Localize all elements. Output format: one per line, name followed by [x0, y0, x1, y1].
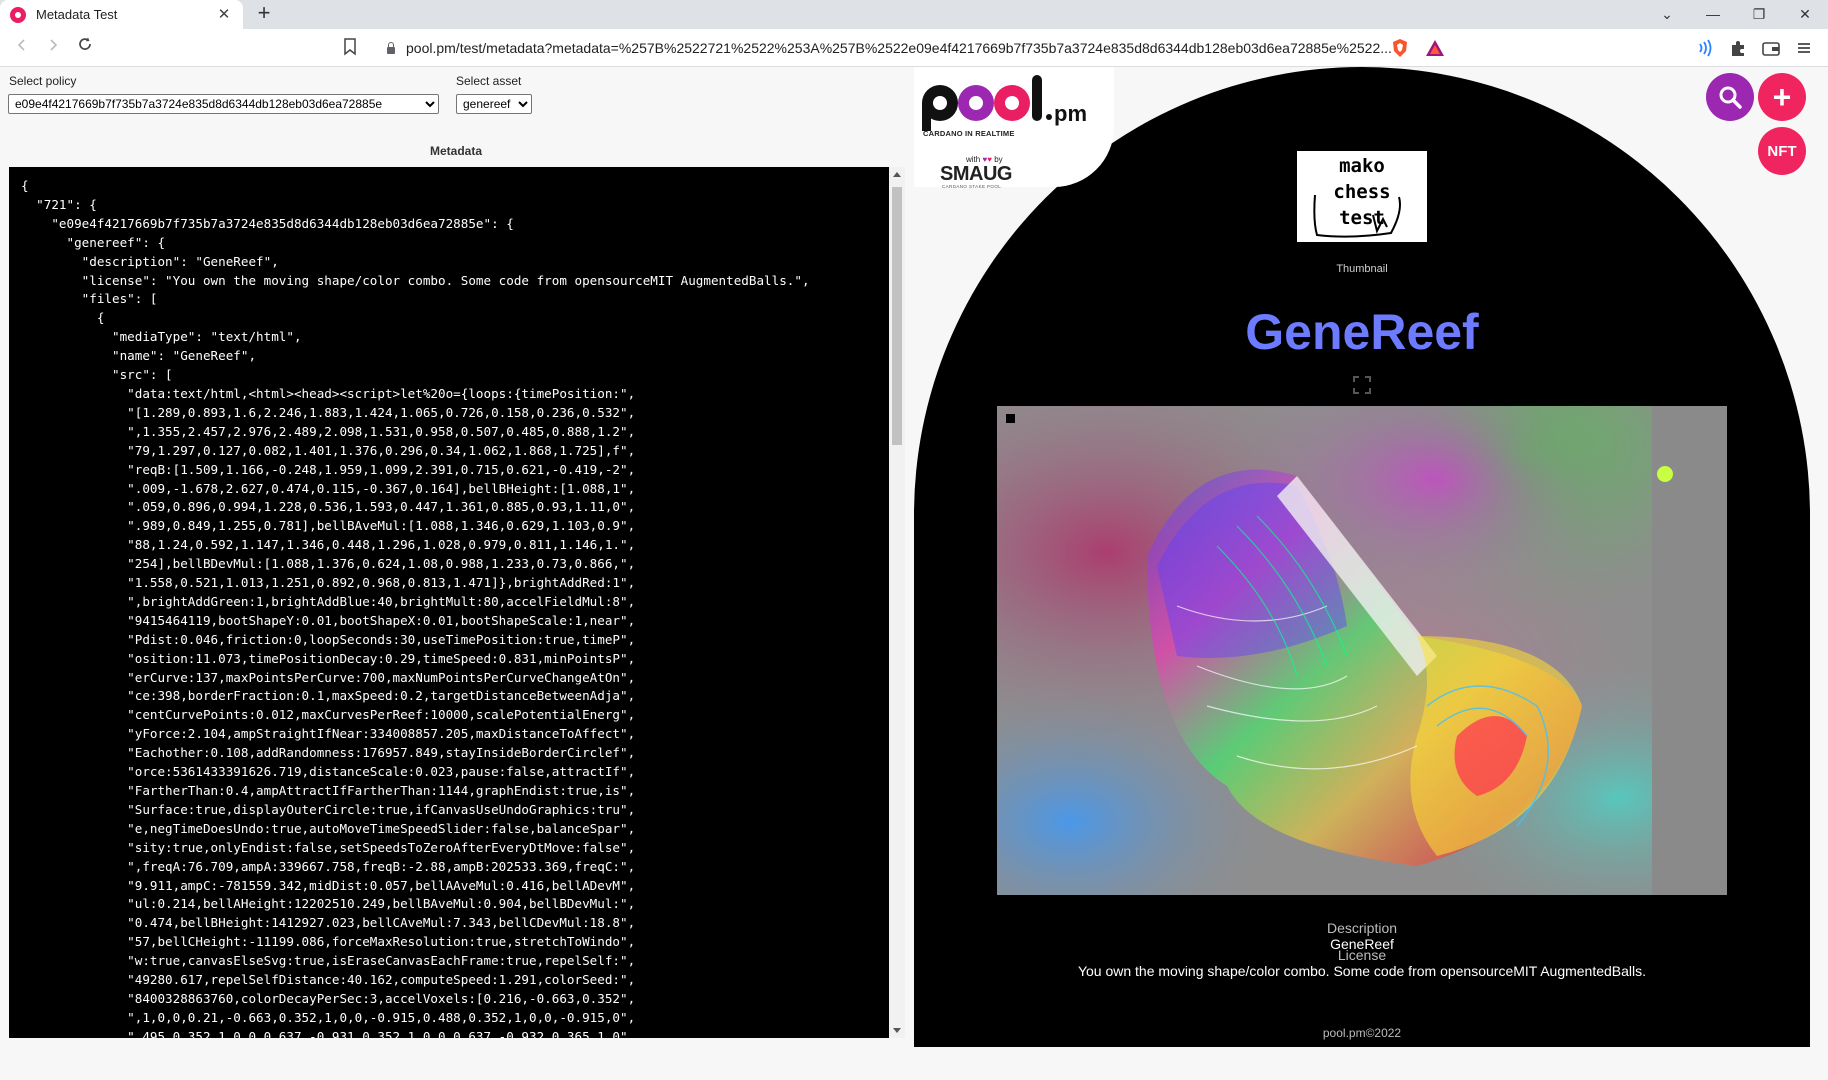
metadata-json: { "721": { "e09e4f4217669b7f735b7a3724e8…: [21, 178, 810, 1038]
sketch-scribble: [1313, 194, 1401, 238]
svg-text:pm: pm: [1054, 101, 1087, 126]
thumbnail-image[interactable]: mako chess test: [1297, 151, 1427, 242]
license-label: License: [1337, 947, 1387, 963]
artwork-canvas: [997, 406, 1727, 895]
scroll-down-icon[interactable]: [893, 1028, 901, 1033]
brave-rewards-icon[interactable]: [1425, 38, 1445, 58]
address-bar[interactable]: pool.pm/test/metadata?metadata=%257B%252…: [372, 34, 1420, 62]
thumbnail-label: Thumbnail: [1336, 263, 1388, 275]
scroll-thumb[interactable]: [892, 187, 902, 445]
footer-copyright: pool.pm©2022: [1322, 1026, 1402, 1040]
restore-button[interactable]: ❐: [1736, 0, 1782, 29]
pool-pm-logo-mark: pm: [922, 75, 1087, 131]
bookmark-icon[interactable]: [343, 38, 357, 56]
asset-label: Select asset: [456, 74, 522, 88]
extensions-puzzle-icon[interactable]: [1728, 38, 1748, 58]
browser-tab[interactable]: Metadata Test ✕: [0, 0, 243, 29]
search-icon: [1719, 86, 1742, 109]
tab-close-icon[interactable]: ✕: [215, 6, 233, 24]
minimize-button[interactable]: —: [1690, 0, 1736, 29]
metadata-heading: Metadata: [429, 144, 482, 158]
tab-title: Metadata Test: [36, 7, 118, 22]
pool-favicon-icon: [10, 6, 26, 23]
add-button[interactable]: +: [1758, 73, 1806, 121]
policy-label: Select policy: [9, 74, 77, 88]
license-value: You own the moving shape/color combo. So…: [1077, 963, 1647, 979]
pool-pm-logo[interactable]: pm CARDANO IN REALTIME with ♥♥ by SMAUG …: [914, 67, 1114, 189]
scroll-up-icon[interactable]: [893, 172, 901, 177]
description-label: Description: [1326, 920, 1398, 936]
asset-select[interactable]: genereef: [456, 94, 532, 114]
smaug-subtitle: CARDANO STAKE POOL: [942, 184, 1002, 189]
forward-icon[interactable]: [40, 35, 66, 61]
close-window-button[interactable]: ✕: [1782, 0, 1828, 29]
policy-select[interactable]: e09e4f4217669b7f735b7a3724e835d8d6344db1…: [8, 94, 439, 114]
lock-icon: [386, 42, 396, 54]
metadata-code-box[interactable]: { "721": { "e09e4f4217669b7f735b7a3724e8…: [9, 167, 889, 1038]
fullscreen-icon[interactable]: [1353, 376, 1371, 394]
reload-icon[interactable]: [72, 35, 98, 61]
tab-search-icon[interactable]: ⌄: [1644, 0, 1690, 29]
brave-shield-icon[interactable]: [1390, 38, 1410, 58]
extension-wave-icon[interactable]: [1695, 38, 1715, 58]
nft-view: pm CARDANO IN REALTIME with ♥♥ by SMAUG …: [914, 67, 1810, 1047]
browser-toolbar: pool.pm/test/metadata?metadata=%257B%252…: [0, 29, 1828, 67]
metadata-scrollbar[interactable]: [889, 167, 905, 1038]
wallet-icon[interactable]: [1761, 38, 1781, 58]
smaug-logo[interactable]: SMAUG: [940, 163, 1012, 186]
artwork-control-square[interactable]: [1006, 414, 1015, 423]
search-button[interactable]: [1706, 73, 1754, 121]
new-tab-button[interactable]: +: [252, 2, 276, 26]
back-icon[interactable]: [9, 35, 35, 61]
browser-tab-strip: Metadata Test ✕ + ⌄ — ❐ ✕: [0, 0, 1828, 29]
nft-artwork[interactable]: [997, 406, 1727, 895]
url-text: pool.pm/test/metadata?metadata=%257B%252…: [406, 40, 1392, 56]
menu-icon[interactable]: [1794, 38, 1814, 58]
nft-title: GeneReef: [1245, 304, 1479, 360]
logo-tagline: CARDANO IN REALTIME: [923, 129, 1015, 138]
nft-button[interactable]: NFT: [1758, 127, 1806, 175]
